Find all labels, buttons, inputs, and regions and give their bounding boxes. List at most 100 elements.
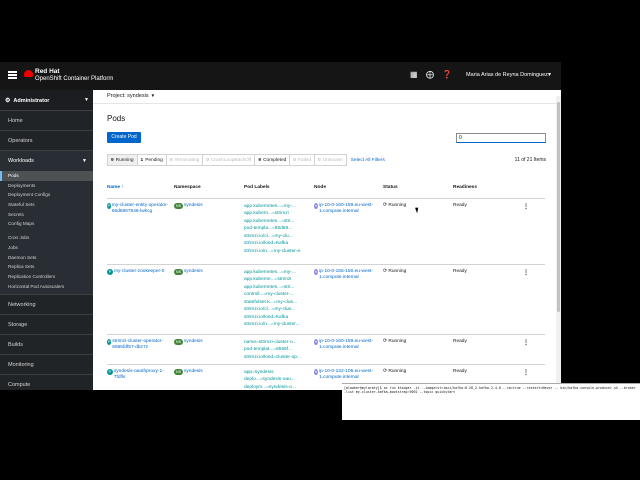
pod-name-link[interactable]: my-cluster-zookeeper-0 <box>114 269 164 276</box>
browser-viewport: Red Hat OpenShift Container Platform ▦ ⨁… <box>0 62 561 390</box>
nav-label: Builds <box>8 342 23 349</box>
filter-count: 0 <box>206 157 209 163</box>
pod-label[interactable]: strimzi.io/n...=my-cluster-e... <box>244 248 302 256</box>
filter-label: Completed <box>263 157 287 163</box>
masthead: Red Hat OpenShift Container Platform ▦ ⨁… <box>0 62 561 90</box>
nav-workloads[interactable]: Workloads ▼ <box>0 151 93 171</box>
plus-circle-icon[interactable]: ⨁ <box>426 71 434 79</box>
pod-label[interactable]: app.kubernetes...=stri... <box>244 284 302 292</box>
brand-name[interactable]: Red Hat <box>35 68 60 75</box>
namespace-badge-icon: NS <box>174 338 183 345</box>
column-header-node[interactable]: Node <box>314 178 383 199</box>
filter-running[interactable]: 9 Running <box>107 154 138 166</box>
pod-label[interactable]: deplo...=syndesis-oau... <box>244 376 302 384</box>
sidebar-item-pods[interactable]: Pods <box>0 171 93 181</box>
filter-terminating[interactable]: 0 Terminating <box>166 154 204 166</box>
sync-icon: ⟳ <box>383 268 388 274</box>
pod-label[interactable]: app.kuberne...=strimzi <box>244 276 302 284</box>
column-header-namespace[interactable]: Namespace <box>174 178 244 199</box>
column-header-pod-labels[interactable]: Pod Labels <box>244 178 314 199</box>
perspective-switcher[interactable]: ⚙ Administrator ▼ <box>0 90 93 111</box>
filter-label: CrashLoopBackOff <box>210 157 252 163</box>
user-menu[interactable]: Maria Arias de Reyna Dominguez <box>466 72 548 78</box>
pod-label[interactable]: strimzi.io/n...=my-cluster... <box>244 321 302 329</box>
caret-down-icon[interactable]: ▼ <box>547 72 552 78</box>
column-header-status[interactable]: Status <box>383 178 453 199</box>
pod-label[interactable]: strimzi.io/kind=Kafka <box>244 240 302 248</box>
nav-home[interactable]: Home <box>0 111 93 131</box>
filter-crashloop[interactable]: 0 CrashLoopBackOff <box>203 154 256 166</box>
sidebar-item-replica-sets[interactable]: Replica Sets <box>0 262 93 272</box>
nav-builds[interactable]: Builds <box>0 335 93 356</box>
sidebar-item-daemon-sets[interactable]: Daemon Sets <box>0 253 93 263</box>
pod-name-link[interactable]: syndesis-oauthproxy-1-7fdfls <box>114 369 174 382</box>
pod-name-link[interactable]: my-cluster-entity-operator-65d5867846-lw… <box>112 203 174 216</box>
filter-unknown[interactable]: 0 Unknown <box>315 154 347 166</box>
sidebar: ⚙ Administrator ▼ Home Operators Workload… <box>0 90 93 390</box>
pod-label[interactable]: app.kubernetes...=stri... <box>244 218 302 226</box>
column-header-readiness[interactable]: Readiness <box>453 178 523 199</box>
pod-label[interactable]: statefulset.k...=my-clus... <box>244 299 302 307</box>
pod-label[interactable]: strimzi.io/kind=cluster-op... <box>244 354 302 362</box>
filter-failed[interactable]: 0 Failed <box>290 154 316 166</box>
nav-networking[interactable]: Networking <box>0 295 93 316</box>
namespace-link[interactable]: syndesis <box>184 369 203 374</box>
terminal-window[interactable]: [mlaaker@mylaraty]$ oc run ktsdgar -it -… <box>342 383 640 420</box>
pod-label[interactable]: app=syndesis <box>244 369 302 377</box>
node-link[interactable]: ip-10-0-155-150.eu-west-1.compute.intern… <box>319 269 383 282</box>
filter-pending[interactable]: 1 Pending <box>137 154 167 166</box>
select-all-filters-link[interactable]: Select All Filters <box>351 158 385 163</box>
search-input[interactable]: 0 <box>456 133 546 143</box>
pod-label[interactable]: app.kubern...=strimzi <box>244 210 302 218</box>
column-header-name[interactable]: Name ↑ <box>107 178 174 199</box>
nav-storage[interactable]: Storage <box>0 315 93 336</box>
filter-completed[interactable]: 9 Completed <box>255 154 291 166</box>
nav-operators[interactable]: Operators <box>0 131 93 151</box>
filter-count: 0 <box>169 157 173 163</box>
node-link[interactable]: ip-10-0-160-189.eu-west-1.compute.intern… <box>319 339 383 352</box>
pod-name-link[interactable]: strimzi-cluster-operator-6565fdf67-dbz7z <box>112 339 174 352</box>
namespace-link[interactable]: syndesis <box>184 339 203 344</box>
kebab-menu-icon[interactable]: ⋮ <box>523 340 529 346</box>
node-badge-icon: N <box>314 202 319 209</box>
pod-label[interactable]: app.kubernetes...=my-... <box>244 269 302 277</box>
pod-label[interactable]: strimzi.io/kind=Kafka <box>244 314 302 322</box>
nav-monitoring[interactable]: Monitoring <box>0 355 93 376</box>
sidebar-item-deployment-configs[interactable]: Deployment Configs <box>0 190 93 200</box>
sidebar-item-jobs[interactable]: Jobs <box>0 243 93 253</box>
help-icon[interactable]: ❓ <box>442 71 452 79</box>
sidebar-item-deployments[interactable]: Deployments <box>0 181 93 191</box>
pod-label[interactable]: pod-templa...=65d58... <box>244 225 302 233</box>
grid-icon[interactable]: ▦ <box>410 71 418 79</box>
sidebar-item-secrets[interactable]: Secrets <box>0 210 93 220</box>
pod-label[interactable]: strimzi.io/cl...=my-clus... <box>244 306 302 314</box>
nav-compute[interactable]: Compute <box>0 375 93 390</box>
scrollbar-thumb[interactable] <box>557 102 560 312</box>
create-pod-button[interactable]: Create Pod <box>107 132 141 143</box>
namespace-link[interactable]: syndesis <box>184 203 203 208</box>
kebab-menu-icon[interactable]: ⋮ <box>523 370 529 376</box>
brand-product[interactable]: OpenShift Container Platform <box>35 76 113 82</box>
pod-label[interactable]: controll...=my-cluster-... <box>244 291 302 299</box>
filter-label: Failed <box>297 157 312 163</box>
sidebar-item-stateful-sets[interactable]: Stateful Sets <box>0 200 93 210</box>
namespace-link[interactable]: syndesis <box>184 269 203 274</box>
kebab-menu-icon[interactable]: ⋮ <box>523 204 529 210</box>
pod-label[interactable]: strimzi.io/cl...=my-clu... <box>244 233 302 241</box>
node-link[interactable]: ip-10-0-160-189.eu-west-1.compute.intern… <box>319 203 383 216</box>
hamburger-menu-icon[interactable] <box>8 71 17 79</box>
project-selector[interactable]: Project: syndesis ▼ <box>93 90 561 104</box>
caret-down-icon: ▼ <box>150 93 156 98</box>
redhat-logo-icon[interactable] <box>24 70 33 77</box>
kebab-menu-icon[interactable]: ⋮ <box>523 270 529 276</box>
pod-label[interactable]: app.kubernetes...=my-... <box>244 203 302 211</box>
node-link[interactable]: ip-10-0-132-105.eu-west-1.compute.intern… <box>319 369 383 382</box>
sidebar-item-cron-jobs[interactable]: Cron Jobs <box>0 233 93 243</box>
sidebar-item-replication-controllers[interactable]: Replication Controllers <box>0 272 93 282</box>
sidebar-item-hpa[interactable]: Horizontal Pod Autoscalers <box>0 282 93 292</box>
pod-label[interactable]: deploym...=syndesis-o... <box>244 384 302 391</box>
sidebar-item-config-maps[interactable]: Config Maps <box>0 219 93 229</box>
pod-label[interactable]: pod-templat...=6565f... <box>244 346 302 354</box>
table-header-row: Name ↑ Namespace Pod Labels Node Status … <box>107 178 545 199</box>
pod-label[interactable]: name=strimzi-cluster-o... <box>244 339 302 347</box>
